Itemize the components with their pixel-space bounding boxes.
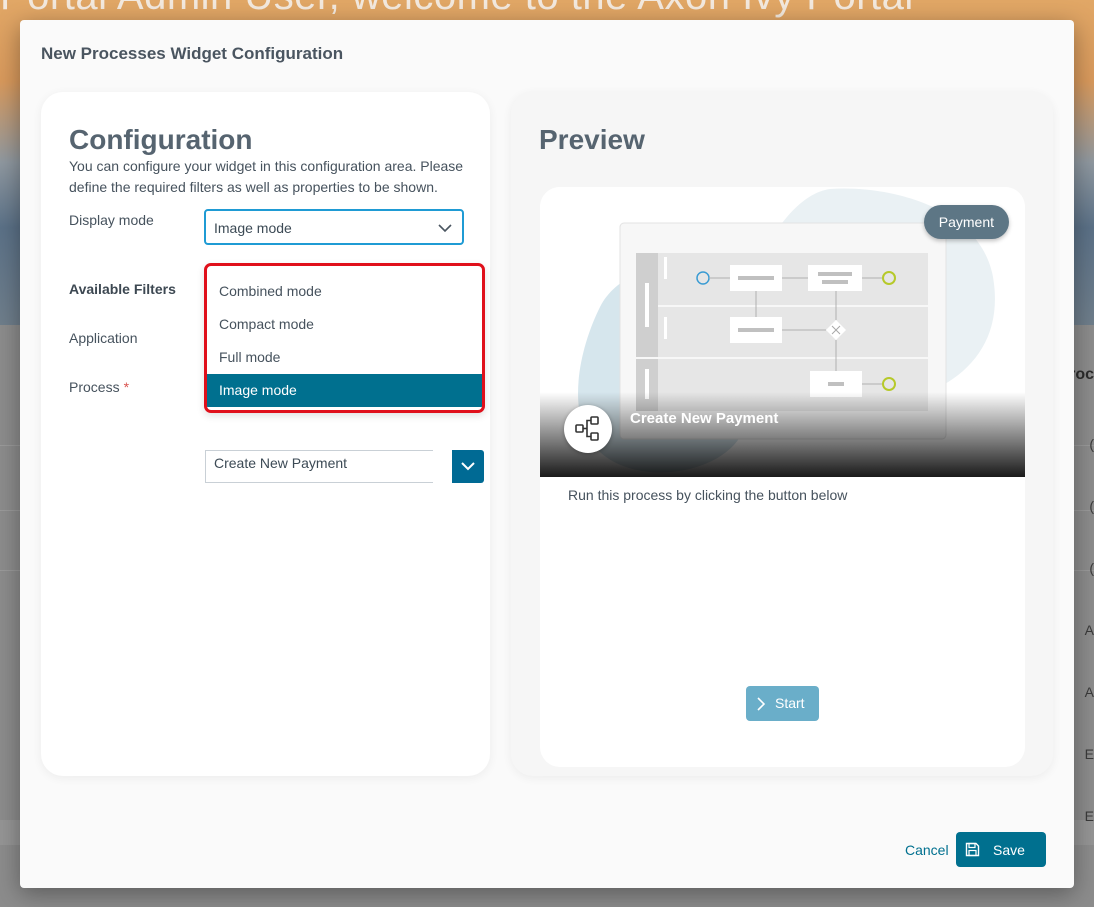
display-mode-value: Image mode bbox=[214, 220, 292, 236]
chevron-down-icon bbox=[438, 221, 452, 235]
background-fragment: ( bbox=[1089, 436, 1094, 452]
process-preview-card: Payment Create New Payment Run this proc… bbox=[540, 187, 1025, 767]
background-right-column: roc ( ( ( A A E E bbox=[1069, 340, 1094, 860]
option-combined-mode[interactable]: Combined mode bbox=[207, 275, 482, 308]
preview-heading: Preview bbox=[539, 124, 645, 155]
process-input-value: Create New Payment bbox=[214, 455, 348, 471]
process-label-text: Process bbox=[69, 379, 120, 395]
save-button[interactable]: Save bbox=[956, 832, 1046, 867]
process-label: Process * bbox=[69, 379, 129, 395]
start-button-label: Start bbox=[775, 695, 805, 711]
cancel-button[interactable]: Cancel bbox=[905, 842, 949, 858]
process-dropdown-button[interactable] bbox=[452, 450, 484, 483]
display-mode-dropdown: Combined mode Compact mode Full mode Ima… bbox=[204, 263, 485, 413]
process-flow-icon bbox=[564, 405, 612, 453]
configuration-description: You can configure your widget in this co… bbox=[69, 158, 464, 195]
configuration-panel: Configuration You can configure your wid… bbox=[41, 92, 490, 776]
application-label: Application bbox=[69, 330, 138, 346]
save-button-label: Save bbox=[993, 842, 1025, 858]
widget-config-dialog: New Processes Widget Configuration Confi… bbox=[20, 20, 1074, 888]
start-button[interactable]: Start bbox=[746, 686, 819, 721]
background-fragment: ( bbox=[1089, 560, 1094, 576]
chevron-right-icon bbox=[757, 697, 766, 711]
display-mode-label: Display mode bbox=[69, 212, 154, 228]
chevron-down-icon bbox=[461, 462, 475, 471]
display-mode-select[interactable]: Image mode bbox=[204, 209, 464, 245]
process-description: Run this process by clicking the button … bbox=[568, 487, 848, 503]
process-input[interactable]: Create New Payment bbox=[205, 450, 433, 483]
option-compact-mode[interactable]: Compact mode bbox=[207, 308, 482, 341]
save-icon bbox=[965, 842, 980, 857]
background-hero-title: Portal Admin User, welcome to the Axon I… bbox=[0, 0, 914, 19]
background-fragment: A bbox=[1084, 684, 1094, 700]
preview-panel: Preview Payment Create New Payment Run t… bbox=[511, 92, 1053, 776]
option-full-mode[interactable]: Full mode bbox=[207, 341, 482, 374]
process-name: Create New Payment bbox=[630, 410, 779, 427]
required-mark: * bbox=[123, 379, 130, 395]
option-image-mode[interactable]: Image mode bbox=[207, 374, 482, 407]
background-fragment: ( bbox=[1089, 498, 1094, 514]
available-filters-label: Available Filters bbox=[69, 281, 176, 297]
background-fragment: E bbox=[1084, 808, 1094, 824]
configuration-heading: Configuration bbox=[69, 124, 253, 155]
background-fragment: E bbox=[1084, 746, 1094, 762]
process-category-badge: Payment bbox=[923, 205, 1009, 239]
dialog-title: New Processes Widget Configuration bbox=[41, 44, 344, 63]
background-fragment: A bbox=[1084, 622, 1094, 638]
